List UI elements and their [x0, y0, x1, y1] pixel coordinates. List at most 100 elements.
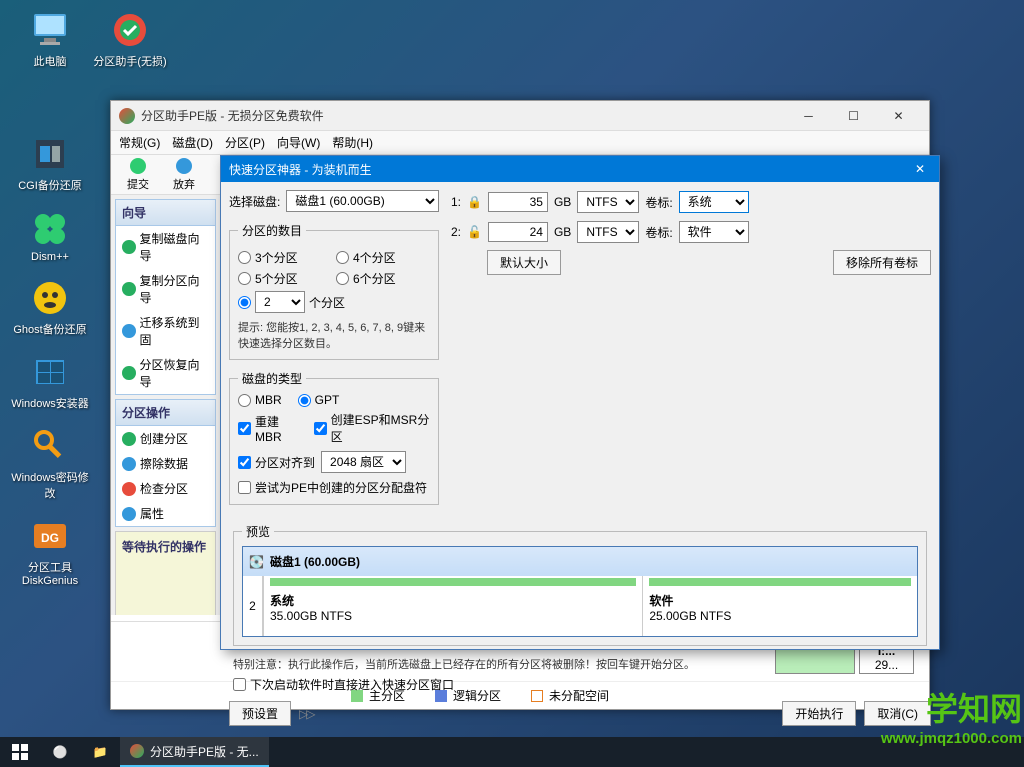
desktop-icon-diskgenius[interactable]: DG 分区工具DiskGenius [10, 516, 90, 587]
quick-partition-dialog: 快速分区神器 - 为装机而生 ✕ 选择磁盘: 磁盘1 (60.00GB) 分区的… [220, 155, 940, 650]
taskbar-active-app[interactable]: 分区助手PE版 - 无... [120, 737, 269, 767]
titlebar[interactable]: 分区助手PE版 - 无损分区免费软件 ─ ☐ ✕ [111, 101, 929, 131]
type-legend: 磁盘的类型 [238, 370, 306, 387]
radio-custom-parts[interactable]: 2 个分区 [238, 291, 430, 313]
radio-input[interactable] [336, 251, 349, 264]
checkbox-input[interactable] [238, 481, 251, 494]
preview-part-2[interactable]: 软件 25.00GB NTFS [642, 576, 917, 636]
migrate-icon [122, 324, 136, 338]
checkbox-input[interactable] [238, 456, 251, 469]
start-button[interactable] [0, 737, 40, 767]
vollabel-select-2[interactable]: 软件 [679, 221, 749, 243]
discard-button[interactable]: 放弃 [165, 156, 203, 194]
op-props[interactable]: 属性 [116, 501, 215, 526]
radio-gpt[interactable]: GPT [298, 393, 340, 407]
menu-general[interactable]: 常规(G) [119, 134, 160, 151]
desktop-icon-dism[interactable]: Dism++ [10, 208, 90, 263]
radio-input[interactable] [238, 251, 251, 264]
radio-4-parts[interactable]: 4个分区 [336, 249, 430, 266]
checkbox-input[interactable] [314, 422, 327, 435]
dialog-footer: 预设置 ▷▷ 开始执行 取消(C) [221, 693, 939, 734]
disk-type-group: 磁盘的类型 MBR GPT 重建MBR 创建ESP和MSR分区 分区对齐到 20… [229, 370, 439, 505]
lock-icon[interactable]: 🔒 [467, 195, 482, 209]
radio-input[interactable] [336, 272, 349, 285]
desktop-icon-cgi[interactable]: CGI备份还原 [10, 134, 90, 193]
radio-input[interactable] [238, 272, 251, 285]
custom-count-select[interactable]: 2 [255, 291, 305, 313]
size-input-2[interactable] [488, 222, 548, 242]
radio-3-parts[interactable]: 3个分区 [238, 249, 332, 266]
menu-partition[interactable]: 分区(P) [225, 134, 265, 151]
start-button[interactable]: 开始执行 [782, 701, 856, 726]
menubar: 常规(G) 磁盘(D) 分区(P) 向导(W) 帮助(H) [111, 131, 929, 155]
op-wipe[interactable]: 擦除数据 [116, 451, 215, 476]
close-button[interactable]: ✕ [876, 102, 921, 130]
desktop-icon-winpass[interactable]: Windows密码修改 [10, 426, 90, 501]
radio-mbr[interactable]: MBR [238, 393, 282, 407]
vollabel-select-1[interactable]: 系统 [679, 191, 749, 213]
wizard-section: 向导 复制磁盘向导 复制分区向导 迁移系统到固 分区恢复向导 [115, 199, 216, 395]
wizard-migrate-os[interactable]: 迁移系统到固 [116, 310, 215, 352]
commit-button[interactable]: 提交 [119, 156, 157, 194]
radio-input[interactable] [238, 296, 251, 309]
watermark-url: www.jmqz1000.com [881, 730, 1022, 747]
radio-input[interactable] [238, 394, 251, 407]
fs-select-1[interactable]: NTFS [577, 191, 639, 213]
folder-icon: 📁 [93, 745, 108, 759]
wizard-recover[interactable]: 分区恢复向导 [116, 352, 215, 394]
pending-section: 等待执行的操作 [115, 531, 216, 615]
icon-label: 分区工具DiskGenius [10, 559, 90, 587]
desktop-icon-wininstall[interactable]: Windows安装器 [10, 352, 90, 411]
wizard-copy-partition[interactable]: 复制分区向导 [116, 268, 215, 310]
size-input-1[interactable] [488, 192, 548, 212]
wipe-icon [122, 457, 136, 471]
unit-label: GB [554, 195, 571, 209]
ghost-icon [30, 278, 70, 318]
dialog-titlebar[interactable]: 快速分区神器 - 为装机而生 ✕ [221, 156, 939, 182]
align-select[interactable]: 2048 扇区 [321, 451, 406, 473]
preset-button[interactable]: 预设置 [229, 701, 291, 726]
preview-part-1[interactable]: 系统 35.00GB NTFS [263, 576, 642, 636]
preview-legend: 预览 [242, 523, 274, 540]
dialog-close-button[interactable]: ✕ [909, 158, 931, 180]
desktop-icon-this-pc[interactable]: 此电脑 [10, 10, 90, 69]
check-rebuild-mbr[interactable]: 重建MBR [238, 413, 300, 444]
icon-label: CGI备份还原 [18, 177, 82, 193]
op-check[interactable]: 检查分区 [116, 476, 215, 501]
desktop-icon-partassist[interactable]: 分区助手(无损) [90, 10, 170, 69]
minimize-button[interactable]: ─ [786, 102, 831, 130]
task-search[interactable]: ⚪ [40, 737, 80, 767]
commit-icon [130, 158, 146, 174]
copy-disk-icon [122, 240, 136, 254]
menu-wizard[interactable]: 向导(W) [277, 134, 320, 151]
unlock-icon[interactable]: 🔓 [467, 225, 482, 239]
default-size-button[interactable]: 默认大小 [487, 250, 561, 275]
check-align[interactable]: 分区对齐到 [238, 454, 315, 471]
check-next-boot[interactable]: 下次启动软件时直接进入快速分区窗口 [233, 676, 927, 693]
preview-group: 预览 💽 磁盘1 (60.00GB) 2 系统 35.00GB NTFS 软件 [233, 523, 927, 646]
desktop-icon-ghost[interactable]: Ghost备份还原 [10, 278, 90, 337]
radio-input[interactable] [298, 394, 311, 407]
checkbox-input[interactable] [238, 422, 251, 435]
watermark-title: 学知网 [881, 684, 1022, 730]
radio-6-parts[interactable]: 6个分区 [336, 270, 430, 287]
checkbox-input[interactable] [233, 678, 246, 691]
icon-label: 分区助手(无损) [93, 53, 166, 69]
menu-disk[interactable]: 磁盘(D) [172, 134, 213, 151]
op-create[interactable]: 创建分区 [116, 426, 215, 451]
maximize-button[interactable]: ☐ [831, 102, 876, 130]
check-try-pe[interactable]: 尝试为PE中创建的分区分配盘符 [238, 479, 430, 496]
check-create-esp[interactable]: 创建ESP和MSR分区 [314, 411, 430, 445]
check-label: 创建ESP和MSR分区 [331, 411, 430, 445]
preset-expand-icon[interactable]: ▷▷ [299, 707, 313, 721]
fs-select-2[interactable]: NTFS [577, 221, 639, 243]
window-title: 分区助手PE版 - 无损分区免费软件 [141, 107, 786, 124]
task-explorer[interactable]: 📁 [80, 737, 120, 767]
menu-help[interactable]: 帮助(H) [332, 134, 373, 151]
dialog-title: 快速分区神器 - 为装机而生 [229, 161, 909, 178]
wizard-copy-disk[interactable]: 复制磁盘向导 [116, 226, 215, 268]
remove-labels-button[interactable]: 移除所有卷标 [833, 250, 931, 275]
disk-select[interactable]: 磁盘1 (60.00GB) [286, 190, 439, 212]
radio-5-parts[interactable]: 5个分区 [238, 270, 332, 287]
watermark: 学知网 www.jmqz1000.com [881, 684, 1022, 747]
